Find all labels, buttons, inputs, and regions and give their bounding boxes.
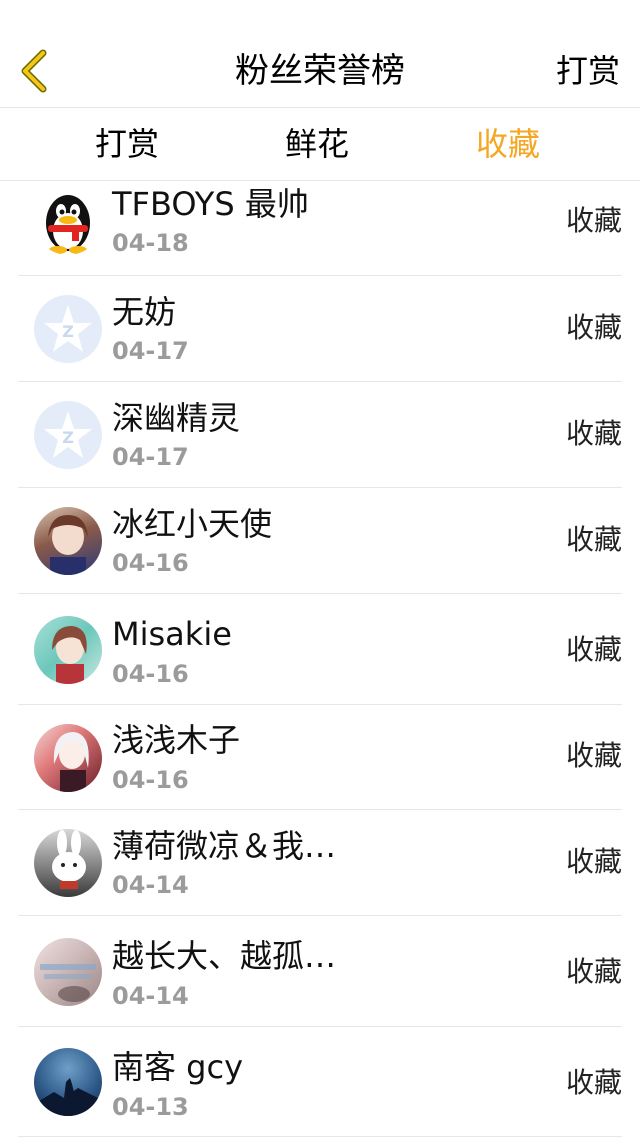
favorite-label: 收藏 — [565, 523, 622, 556]
fan-date: 04-14 — [112, 982, 189, 1010]
fan-date: 04-18 — [112, 229, 189, 257]
list-item[interactable]: Z 深幽精灵 04-17 收藏 — [18, 382, 622, 488]
fan-date: 04-16 — [112, 766, 189, 794]
anime-girl-avatar — [34, 616, 102, 684]
list-item[interactable]: Misakie 04-16 收藏 — [18, 594, 622, 705]
list-item[interactable]: 冰红小天使 04-16 收藏 — [18, 488, 622, 594]
list-item[interactable]: 薄荷微凉＆我… 04-14 收藏 — [18, 810, 622, 916]
photo-avatar — [34, 938, 102, 1006]
fan-name: 无妨 — [112, 293, 177, 331]
fan-date: 04-16 — [112, 660, 189, 688]
favorite-label: 收藏 — [565, 1066, 622, 1099]
tab-bar: 打赏 鲜花 收藏 — [0, 108, 640, 181]
anime-girl-avatar — [34, 724, 102, 792]
tab-favorites[interactable]: 收藏 — [476, 122, 540, 166]
anime-girl-avatar — [34, 507, 102, 575]
tab-reward[interactable]: 打赏 — [95, 122, 159, 166]
navigation-bar: 粉丝荣誉榜 打赏 — [0, 0, 640, 108]
favorite-label: 收藏 — [565, 204, 622, 237]
favorite-label: 收藏 — [565, 311, 622, 344]
list-item[interactable]: 越长大、越孤… 04-14 收藏 — [18, 916, 622, 1027]
rabbit-avatar — [34, 829, 102, 897]
favorite-label: 收藏 — [565, 633, 622, 666]
fan-name: 浅浅木子 — [112, 721, 241, 759]
svg-text:Z: Z — [62, 322, 74, 341]
wolf-night-avatar — [34, 1048, 102, 1116]
list-item[interactable]: 南客 gcy 04-13 收藏 — [18, 1027, 622, 1137]
fan-date: 04-14 — [112, 871, 189, 899]
fan-name: TFBOYS 最帅 — [112, 185, 309, 223]
fan-name: 深幽精灵 — [112, 399, 241, 437]
fan-date: 04-16 — [112, 549, 189, 577]
fan-name: 南客 gcy — [112, 1048, 244, 1086]
list-item[interactable]: 浅浅木子 04-16 收藏 — [18, 705, 622, 810]
fan-name: 越长大、越孤… — [112, 937, 337, 975]
favorite-label: 收藏 — [565, 739, 622, 772]
favorite-label: 收藏 — [565, 845, 622, 878]
fan-name: 薄荷微凉＆我… — [112, 827, 337, 865]
list-item[interactable]: TFBOYS 最帅 04-18 收藏 — [18, 181, 622, 276]
reward-button[interactable]: 打赏 — [556, 48, 620, 94]
fan-list: TFBOYS 最帅 04-18 收藏 Z 无妨 04-17 收藏 Z 深幽精灵 … — [0, 181, 640, 1137]
fan-name: Misakie — [112, 615, 232, 653]
fan-name: 冰红小天使 — [112, 505, 273, 543]
fan-date: 04-17 — [112, 443, 189, 471]
page-title: 粉丝荣誉榜 — [235, 51, 405, 91]
favorite-label: 收藏 — [565, 955, 622, 988]
default-star-avatar: Z — [34, 295, 102, 363]
svg-text:Z: Z — [62, 428, 74, 447]
list-item[interactable]: Z 无妨 04-17 收藏 — [18, 276, 622, 382]
fan-date: 04-17 — [112, 337, 189, 365]
fan-date: 04-13 — [112, 1093, 189, 1121]
default-star-avatar: Z — [34, 401, 102, 469]
tab-flowers[interactable]: 鲜花 — [285, 122, 349, 166]
favorite-label: 收藏 — [565, 417, 622, 450]
qq-penguin-icon — [34, 187, 102, 255]
